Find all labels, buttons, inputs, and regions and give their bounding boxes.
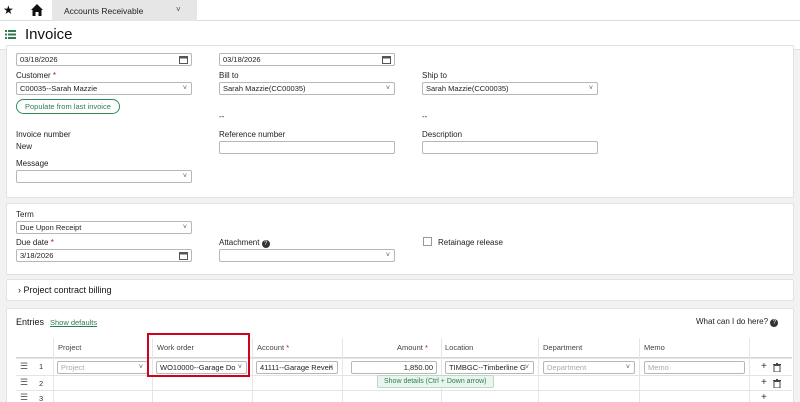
calendar-icon[interactable] <box>179 251 188 260</box>
table-row: ☰ 3 + <box>16 390 792 402</box>
row-number: 3 <box>39 394 44 402</box>
drag-handle-icon[interactable]: ☰ <box>20 361 28 372</box>
help-icon: ? <box>770 319 779 327</box>
project-contract-billing-section[interactable]: › Project contract billing <box>6 279 794 301</box>
add-row-icon[interactable]: + <box>761 377 767 388</box>
due-date-value: 3/18/2026 <box>20 251 54 260</box>
department-placeholder: Department <box>547 363 587 372</box>
retainage-release-checkbox[interactable] <box>423 237 432 246</box>
reference-number-input[interactable] <box>219 141 395 154</box>
chevron-down-icon: ˅ <box>176 5 181 14</box>
ship-to-label: Ship to <box>422 71 447 80</box>
drag-handle-icon[interactable]: ☰ <box>20 377 28 388</box>
module-dropdown[interactable]: Accounts Receivable ˅ <box>52 0 197 21</box>
bill-to-address: -- <box>219 112 225 121</box>
chevron-right-icon: › <box>18 285 21 295</box>
term-label: Term <box>16 210 34 219</box>
invoice-header-panel: 03/18/2026 03/18/2026 Customer * C00035-… <box>6 45 794 198</box>
project-select[interactable]: Project ˅ <box>57 361 148 374</box>
page-title: Invoice <box>25 26 73 43</box>
gl-posting-date-value: 03/18/2026 <box>223 55 261 64</box>
gl-posting-date-field[interactable]: 03/18/2026 <box>219 53 395 66</box>
trash-icon[interactable] <box>773 363 781 372</box>
customer-select[interactable]: C00035--Sarah Mazzie ˅ <box>16 82 192 95</box>
section-expander[interactable]: › Project contract billing <box>18 285 112 295</box>
chevron-down-icon: ˅ <box>588 85 593 92</box>
customer-value: C00035--Sarah Mazzie <box>20 84 98 93</box>
work-order-highlight <box>147 333 250 377</box>
chevron-down-icon: ˅ <box>524 364 529 371</box>
populate-from-last-invoice-button[interactable]: Populate from last invoice <box>16 99 120 114</box>
star-icon[interactable]: ★ <box>3 3 14 17</box>
add-row-icon[interactable]: + <box>761 392 767 402</box>
calendar-icon[interactable] <box>382 55 391 64</box>
due-date-field[interactable]: 3/18/2026 <box>16 249 192 262</box>
chevron-down-icon: ˅ <box>385 85 390 92</box>
home-icon[interactable] <box>30 3 44 17</box>
invoice-date-value: 03/18/2026 <box>20 55 58 64</box>
due-date-label: Due date * <box>16 238 54 247</box>
attachment-label: Attachment ? <box>219 238 270 248</box>
description-label: Description <box>422 130 463 139</box>
reference-number-label: Reference number <box>219 130 286 139</box>
customer-label: Customer * <box>16 71 57 80</box>
retainage-release-label: Retainage release <box>438 238 503 247</box>
row-number: 1 <box>39 362 44 371</box>
term-select[interactable]: Due Upon Receipt ˅ <box>16 221 192 234</box>
entries-panel: Entries Show defaults What can I do here… <box>6 308 794 402</box>
bill-to-value: Sarah Mazzie(CC00035) <box>223 84 306 93</box>
show-details-tooltip: Show details (Ctrl + Down arrow) <box>377 375 494 388</box>
department-select[interactable]: Department ˅ <box>543 361 635 374</box>
row-number: 2 <box>39 379 44 388</box>
bill-to-select[interactable]: Sarah Mazzie(CC00035) ˅ <box>219 82 395 95</box>
ship-to-value: Sarah Mazzie(CC00035) <box>426 84 509 93</box>
term-value: Due Upon Receipt <box>20 223 82 232</box>
chevron-down-icon: ˅ <box>625 364 630 371</box>
project-billing-title: Project contract billing <box>23 285 112 295</box>
show-defaults-link[interactable]: Show defaults <box>50 318 97 327</box>
ship-to-address: -- <box>422 112 428 121</box>
chevron-down-icon: ˅ <box>182 85 187 92</box>
chevron-down-icon: ˅ <box>182 173 187 180</box>
description-input[interactable] <box>422 141 598 154</box>
account-value: 41111--Garage Reven <box>260 363 333 372</box>
amount-value: 1,850.00 <box>403 363 433 372</box>
help-icon[interactable]: ? <box>261 240 270 248</box>
chevron-down-icon: ˅ <box>138 364 143 371</box>
location-value: TIMBGC--Timberline G <box>449 363 526 372</box>
message-label: Message <box>16 159 49 168</box>
chevron-down-icon: ˅ <box>182 224 187 231</box>
terms-panel: Term Due Upon Receipt ˅ Due date * 3/18/… <box>6 203 794 275</box>
message-select[interactable]: ˅ <box>16 170 192 183</box>
project-placeholder: Project <box>61 363 85 372</box>
location-select[interactable]: TIMBGC--Timberline G ˅ <box>445 361 534 374</box>
invoice-date-field[interactable]: 03/18/2026 <box>16 53 192 66</box>
chevron-down-icon: ˅ <box>385 252 390 259</box>
drag-handle-icon[interactable]: ☰ <box>20 392 28 402</box>
invoice-number-value: New <box>16 142 33 151</box>
amount-input[interactable]: 1,850.00 <box>351 361 437 374</box>
calendar-icon[interactable] <box>179 55 188 64</box>
memo-input[interactable]: Memo <box>644 361 745 374</box>
trash-icon[interactable] <box>773 379 781 388</box>
attachment-select[interactable]: ˅ <box>219 249 395 262</box>
memo-placeholder: Memo <box>648 363 669 372</box>
add-row-icon[interactable]: + <box>761 361 767 372</box>
ship-to-select[interactable]: Sarah Mazzie(CC00035) ˅ <box>422 82 598 95</box>
help-link[interactable]: What can I do here? ? <box>696 317 779 327</box>
top-nav-bar: ★ Accounts Receivable ˅ <box>0 0 800 21</box>
table-row: ☰ 1 Project ˅ WO10000--Garage Do ˅ 41111… <box>16 358 792 375</box>
list-menu-icon[interactable] <box>5 29 16 40</box>
bill-to-label: Bill to <box>219 71 239 80</box>
entries-title: Entries <box>16 317 45 327</box>
account-select[interactable]: 41111--Garage Reven ˅ <box>256 361 338 374</box>
invoice-number-label: Invoice number <box>16 130 71 139</box>
module-label: Accounts Receivable <box>64 6 144 16</box>
chevron-down-icon: ˅ <box>328 364 333 371</box>
